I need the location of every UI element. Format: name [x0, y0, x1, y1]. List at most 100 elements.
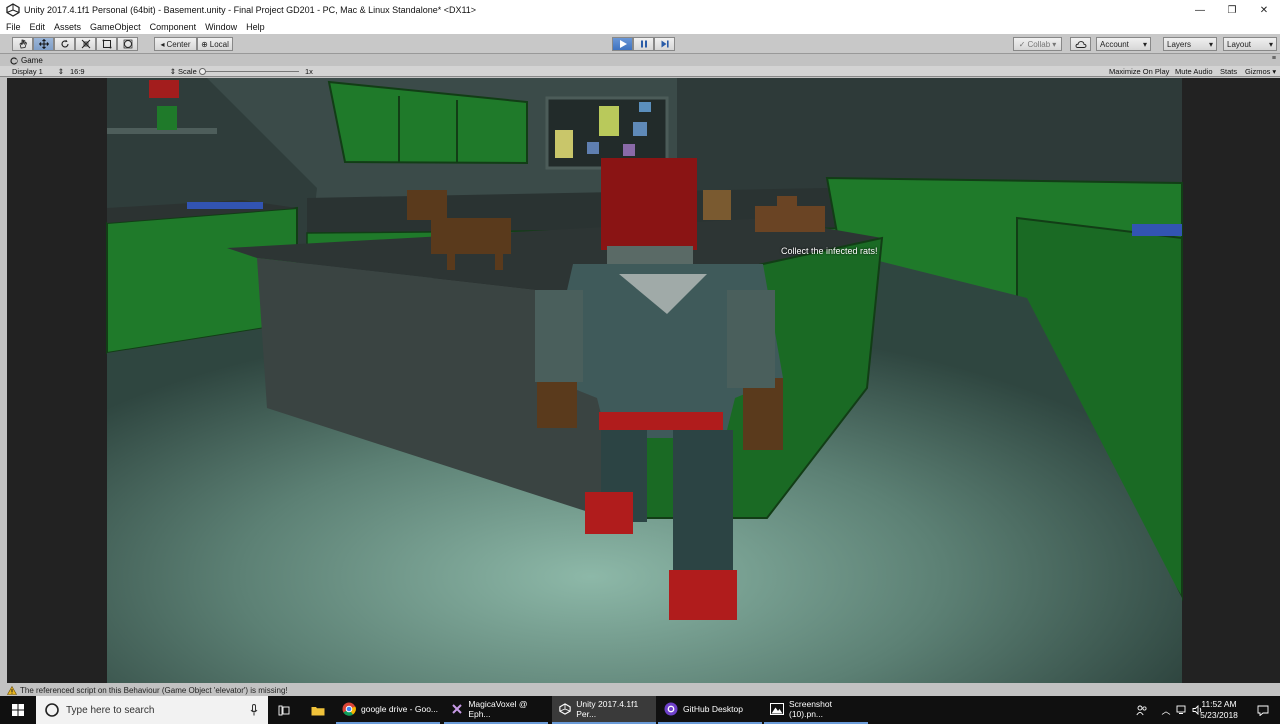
unity-logo-icon [6, 3, 20, 17]
task-view-icon [278, 705, 290, 715]
game-viewport[interactable]: Collect the infected rats! [7, 78, 1280, 683]
start-button[interactable] [0, 696, 36, 724]
taskbar-app-label: GitHub Desktop [683, 704, 743, 714]
restore-button[interactable]: ❐ [1216, 0, 1248, 20]
taskbar-app-photos[interactable]: Screenshot (10).pn... [764, 696, 868, 724]
taskbar-app-label: MagicaVoxel @ Eph... [468, 699, 528, 719]
account-label: Account [1100, 39, 1129, 49]
windows-logo-icon [12, 704, 24, 716]
rect-tool-button[interactable] [96, 37, 117, 51]
tab-menu-icon[interactable]: ≡ [1272, 55, 1276, 62]
scale-slider-handle[interactable] [199, 68, 206, 75]
people-button[interactable] [1134, 696, 1150, 724]
game-scene-render [7, 78, 1280, 683]
menu-component[interactable]: Component [150, 22, 197, 32]
task-view-button[interactable] [274, 696, 294, 724]
step-button[interactable] [654, 37, 675, 51]
menu-assets[interactable]: Assets [54, 22, 81, 32]
collab-button[interactable]: ✓ Collab ▾ [1013, 37, 1062, 51]
pivot-label: Center [166, 39, 191, 49]
scale-label: Scale [178, 67, 197, 76]
layout-dropdown[interactable]: Layout ▾ [1223, 37, 1277, 51]
chevron-down-icon: ▾ [1052, 39, 1057, 49]
clock-time: 11:52 AM [1201, 699, 1237, 709]
chevron-up-icon: ︿ [1161, 705, 1171, 716]
menu-bar: File Edit Assets GameObject Component Wi… [0, 20, 1280, 34]
taskbar-app-label: Unity 2017.4.1f1 Per... [576, 699, 639, 719]
rotate-tool-button[interactable] [54, 37, 75, 51]
space-local-button[interactable]: ⊕ Local [197, 37, 233, 51]
github-icon [664, 702, 678, 716]
transform-tool-button[interactable] [117, 37, 138, 51]
unity-editor-window: Unity 2017.4.1f1 Personal (64bit) - Base… [0, 0, 1280, 724]
minimize-icon: — [1195, 4, 1205, 16]
aspect-dropdown[interactable]: 16:9 ⇕ [70, 67, 176, 76]
pause-icon [640, 40, 647, 48]
pivot-center-button[interactable]: ◂ Center [154, 37, 197, 51]
menu-window[interactable]: Window [205, 22, 237, 32]
search-circle-icon [45, 703, 59, 717]
maximize-on-play-toggle[interactable]: Maximize On Play [1109, 67, 1169, 76]
menu-file[interactable]: File [6, 22, 21, 32]
chevron-down-icon: ▾ [1268, 39, 1273, 49]
layout-label: Layout [1227, 39, 1252, 49]
close-icon: ✕ [1259, 4, 1269, 16]
transform-tools [12, 37, 138, 51]
menu-gameobject[interactable]: GameObject [90, 22, 141, 32]
people-icon [1136, 705, 1147, 715]
microphone-icon[interactable] [250, 704, 258, 716]
layers-group: Layers ▾ [1163, 37, 1217, 51]
mute-audio-toggle[interactable]: Mute Audio [1175, 67, 1213, 76]
menu-edit[interactable]: Edit [30, 22, 46, 32]
taskbar-clock[interactable]: 11:52 AM 5/23/2018 [1194, 699, 1244, 721]
account-dropdown[interactable]: Account ▾ [1096, 37, 1151, 51]
console-message: The referenced script on this Behaviour … [20, 685, 288, 695]
scale-tool-button[interactable] [75, 37, 96, 51]
stats-toggle[interactable]: Stats [1220, 67, 1237, 76]
cloud-button[interactable] [1070, 37, 1091, 51]
game-tab-icon [10, 56, 18, 65]
layers-label: Layers [1167, 39, 1192, 49]
search-placeholder: Type here to search [66, 704, 155, 716]
account-group: Account ▾ [1096, 37, 1151, 51]
window-title-bar: Unity 2017.4.1f1 Personal (64bit) - Base… [0, 0, 1280, 20]
taskbar-search[interactable]: Type here to search [36, 696, 268, 724]
gizmos-dropdown[interactable]: Gizmos ▾ [1245, 67, 1276, 76]
rotate-icon [61, 39, 69, 48]
rat-sprite [703, 190, 731, 220]
restore-icon: ❐ [1227, 4, 1237, 16]
hand-tool-button[interactable] [12, 37, 33, 51]
tab-game[interactable]: Game [10, 56, 43, 65]
menu-help[interactable]: Help [246, 22, 265, 32]
scale-value: 1x [305, 67, 313, 76]
close-button[interactable]: ✕ [1248, 0, 1280, 20]
taskbar-app-magicavoxel[interactable]: MagicaVoxel @ Eph... [444, 696, 548, 724]
rect-icon [102, 39, 111, 49]
chrome-icon [342, 702, 356, 716]
tray-overflow-button[interactable]: ︿ [1160, 696, 1172, 724]
play-button[interactable] [612, 37, 633, 51]
display-dropdown[interactable]: Display 1 ⇕ [12, 67, 64, 76]
move-tool-button[interactable] [33, 37, 54, 51]
file-explorer-button[interactable] [308, 696, 328, 724]
taskbar-app-label: Screenshot (10).pn... [789, 699, 832, 719]
taskbar-app-chrome[interactable]: google drive - Goo... [336, 696, 440, 724]
chevron-down-icon: ▾ [1208, 39, 1213, 49]
taskbar-app-github[interactable]: GitHub Desktop [658, 696, 762, 724]
cloud-icon [1075, 40, 1086, 48]
action-center-button[interactable] [1254, 696, 1272, 724]
minimize-button[interactable]: — [1184, 0, 1216, 20]
scale-slider-track[interactable] [199, 71, 299, 72]
chevron-updown-icon: ⇕ [57, 67, 64, 76]
gizmos-label: Gizmos [1245, 67, 1271, 76]
network-button[interactable] [1175, 696, 1189, 724]
display-label: Display 1 [12, 67, 43, 76]
chevron-updown-icon: ⇕ [169, 67, 176, 76]
step-icon [661, 40, 669, 48]
console-status-bar[interactable]: The referenced script on this Behaviour … [0, 684, 1280, 696]
unity-icon [558, 702, 571, 716]
layers-dropdown[interactable]: Layers ▾ [1163, 37, 1217, 51]
warning-icon [7, 685, 17, 695]
taskbar-app-unity[interactable]: Unity 2017.4.1f1 Per... [552, 696, 656, 724]
pause-button[interactable] [633, 37, 654, 51]
